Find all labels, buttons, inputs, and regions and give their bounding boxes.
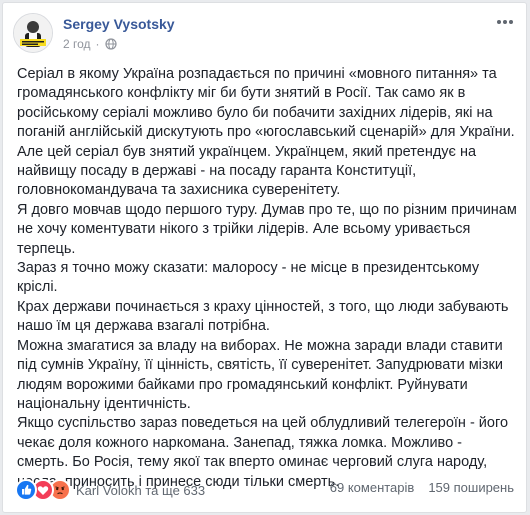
globe-icon — [104, 38, 117, 50]
author-name-link[interactable]: Sergey Vysotsky — [63, 16, 175, 32]
post-timestamp[interactable]: 2 год — [63, 37, 91, 51]
post-paragraph: Я довго мовчав щодо першого туру. Думав … — [17, 201, 517, 257]
post-paragraph: Зараз я точно можу сказати: малоросу - н… — [17, 260, 480, 296]
author-avatar[interactable] — [13, 13, 53, 53]
engagement-counts: 69 коментарів 159 поширень — [330, 480, 514, 495]
post-card: Sergey Vysotsky 2 год · Серіал в якому У… — [2, 2, 527, 513]
avatar-image — [14, 14, 52, 52]
post-paragraph: Крах держави починається з краху цінност… — [17, 298, 509, 335]
post-options-button[interactable] — [494, 13, 516, 31]
post-paragraph: Можна змагатися за владу на виборах. Не … — [17, 337, 503, 412]
comments-count-link[interactable]: 69 коментарів — [330, 480, 415, 495]
ellipsis-icon — [497, 20, 513, 24]
shares-count-link[interactable]: 159 поширень — [428, 480, 514, 495]
post-meta: 2 год · — [63, 37, 117, 51]
like-reaction-icon — [15, 479, 37, 501]
post-paragraph: Серіал в якому Україна розпадається по п… — [17, 66, 515, 199]
post-body: Серіал в якому Україна розпадається по п… — [17, 65, 517, 492]
post-footer: Karl Volokh та ще 633 69 коментарів 159 … — [15, 478, 514, 501]
meta-separator: · — [95, 37, 100, 51]
post-header: Sergey Vysotsky 2 год · — [13, 13, 516, 63]
reactions-summary[interactable]: Karl Volokh та ще 633 — [15, 479, 205, 501]
likers-text[interactable]: Karl Volokh та ще 633 — [76, 483, 205, 498]
